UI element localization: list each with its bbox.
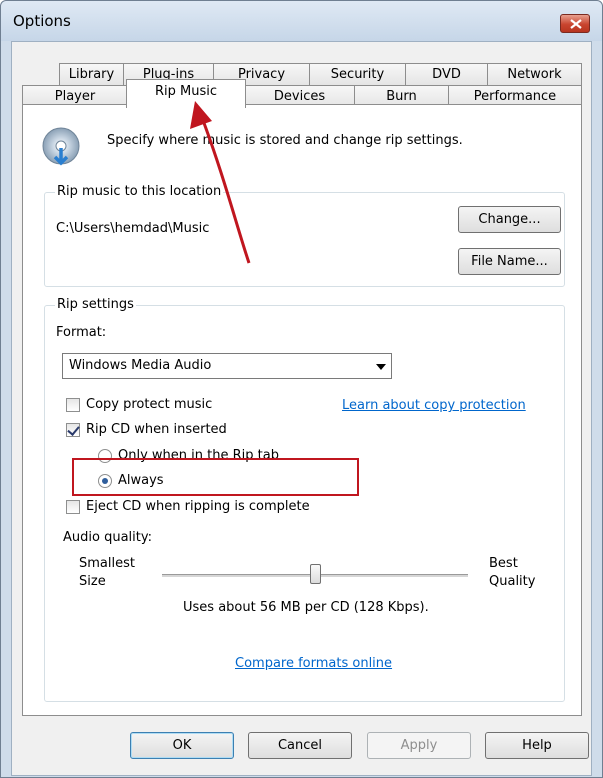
copy-protect-box[interactable]	[66, 397, 80, 412]
eject-cd-box[interactable]	[66, 499, 80, 514]
smallest-size-label-line1: Smallest	[79, 556, 135, 571]
ok-button[interactable]: OK	[130, 732, 234, 759]
compare-formats-link[interactable]: Compare formats online	[235, 656, 392, 671]
copy-protect-checkbox[interactable]: Copy protect music	[66, 397, 212, 412]
annotation-highlight-box	[72, 458, 359, 496]
audio-quality-label: Audio quality:	[63, 530, 152, 545]
rip-cd-label: Rip CD when inserted	[86, 422, 227, 437]
disc-icon	[42, 127, 80, 166]
location-group-label: Rip music to this location	[55, 184, 224, 199]
rip-cd-checkbox[interactable]: Rip CD when inserted	[66, 422, 227, 437]
audio-quality-slider-thumb[interactable]	[310, 564, 321, 584]
help-button[interactable]: Help	[485, 732, 589, 759]
apply-button[interactable]: Apply	[367, 732, 471, 759]
tab-network[interactable]: Network	[487, 63, 582, 86]
close-button[interactable]	[560, 14, 590, 33]
rip-music-panel: Specify where music is stored and change…	[22, 104, 582, 716]
tab-dvd[interactable]: DVD	[405, 63, 488, 86]
smallest-size-label-line2: Size	[79, 574, 106, 589]
eject-cd-checkbox[interactable]: Eject CD when ripping is complete	[66, 499, 310, 514]
usage-text: Uses about 56 MB per CD (128 Kbps).	[183, 600, 429, 615]
change-button[interactable]: Change...	[458, 206, 561, 233]
format-select-value: Windows Media Audio	[69, 358, 212, 373]
tab-security[interactable]: Security	[309, 63, 406, 86]
rip-settings-group-label: Rip settings	[55, 297, 136, 312]
cancel-button[interactable]: Cancel	[248, 732, 352, 759]
panel-description: Specify where music is stored and change…	[107, 133, 463, 148]
copy-protect-label: Copy protect music	[86, 397, 213, 412]
format-label: Format:	[56, 325, 107, 340]
eject-cd-label: Eject CD when ripping is complete	[86, 499, 310, 514]
rip-location-path: C:\Users\hemdad\Music	[56, 221, 210, 236]
title-bar: Options	[1, 1, 602, 41]
learn-copy-protection-link[interactable]: Learn about copy protection	[342, 398, 526, 413]
format-select[interactable]: Windows Media Audio	[62, 353, 392, 379]
file-name-button[interactable]: File Name...	[458, 248, 561, 275]
rip-cd-box[interactable]	[66, 422, 80, 437]
tab-rip-music[interactable]: Rip Music	[126, 79, 246, 108]
options-dialog: Options Library Plug-ins Privacy Securit…	[0, 0, 603, 778]
chevron-down-icon	[376, 364, 386, 370]
tab-library[interactable]: Library	[59, 63, 124, 86]
best-quality-label-line1: Best	[489, 556, 518, 571]
close-icon	[570, 19, 582, 29]
window-title: Options	[13, 12, 71, 30]
best-quality-label-line2: Quality	[489, 574, 536, 589]
